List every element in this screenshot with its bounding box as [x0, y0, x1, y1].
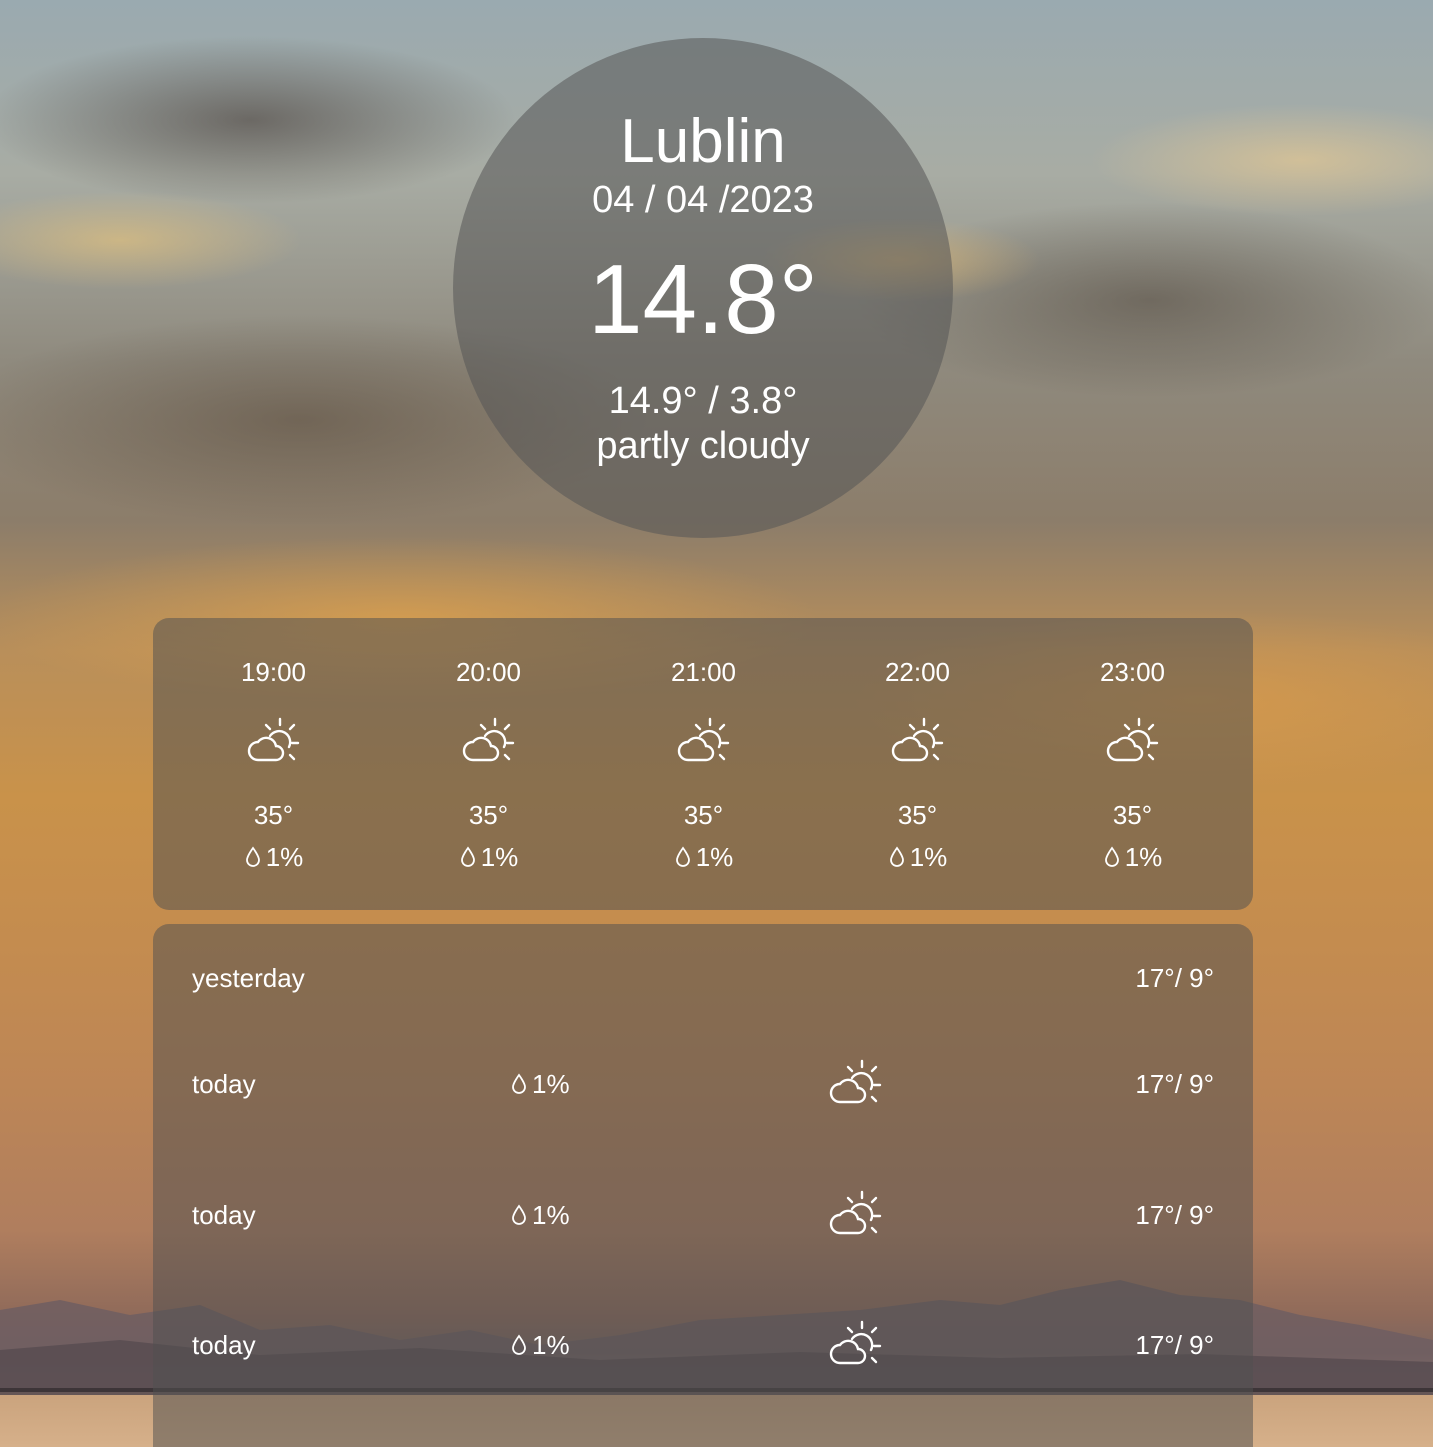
droplet-icon [675, 846, 690, 867]
droplet-icon [512, 1073, 526, 1094]
day-temperatures: 17°/ 9° [1135, 1200, 1214, 1230]
hour-time: 21:00 [670, 657, 737, 687]
hour-precip-value: 1% [265, 842, 304, 872]
hour-precip-value: 1% [480, 842, 519, 872]
partly-cloudy-icon [829, 1320, 882, 1365]
hour-precipitation: 1% [381, 842, 596, 872]
hour-temperature: 35° [897, 800, 938, 830]
droplet-icon [1104, 846, 1119, 867]
hour-precipitation: 1% [1025, 842, 1240, 872]
partly-cloudy-icon [677, 717, 730, 762]
droplet-icon [245, 846, 260, 867]
current-temperature: 14.8° [588, 244, 818, 354]
hour-temperature: 35° [253, 800, 294, 830]
day-label: today [192, 1200, 256, 1230]
daily-forecast-panel [153, 924, 1253, 1447]
day-label: today [192, 1069, 256, 1099]
hour-precipitation: 1% [166, 842, 381, 872]
weather-app: Lublin 04 / 04 /2023 14.8° 14.9° / 3.8° … [0, 0, 1433, 1447]
droplet-icon [512, 1204, 526, 1225]
day-precip-value: 1% [532, 1330, 570, 1360]
day-precipitation: 1% [510, 1069, 570, 1099]
partly-cloudy-icon [891, 717, 944, 762]
day-label: today [192, 1330, 256, 1360]
partly-cloudy-icon [829, 1190, 882, 1235]
hour-precip-value: 1% [695, 842, 734, 872]
hour-precipitation: 1% [596, 842, 811, 872]
hour-time: 23:00 [1099, 657, 1166, 687]
current-date: 04 / 04 /2023 [592, 179, 814, 221]
day-label: yesterday [192, 963, 305, 993]
hour-precip-value: 1% [909, 842, 948, 872]
hour-temperature: 35° [683, 800, 724, 830]
day-precip-value: 1% [532, 1069, 570, 1099]
partly-cloudy-icon [462, 717, 515, 762]
hour-precip-value: 1% [1124, 842, 1163, 872]
high-low-temperature: 14.9° / 3.8° [608, 380, 798, 422]
hour-precipitation: 1% [810, 842, 1025, 872]
day-precip-value: 1% [532, 1200, 570, 1230]
partly-cloudy-icon [1106, 717, 1159, 762]
droplet-icon [460, 846, 475, 867]
droplet-icon [512, 1334, 526, 1355]
day-precipitation: 1% [510, 1200, 570, 1230]
hour-temperature: 35° [468, 800, 509, 830]
day-precipitation: 1% [510, 1330, 570, 1360]
hour-time: 19:00 [240, 657, 307, 687]
hour-time: 22:00 [884, 657, 951, 687]
droplet-icon [889, 846, 904, 867]
weather-description: partly cloudy [596, 425, 810, 467]
hour-time: 20:00 [455, 657, 522, 687]
hour-temperature: 35° [1112, 800, 1153, 830]
city-name: Lublin [620, 107, 786, 176]
day-temperatures: 17°/ 9° [1135, 1330, 1214, 1360]
day-temperatures: 17°/ 9° [1135, 1069, 1214, 1099]
partly-cloudy-icon [247, 717, 300, 762]
day-temperatures: 17°/ 9° [1135, 963, 1214, 993]
partly-cloudy-icon [829, 1059, 882, 1104]
